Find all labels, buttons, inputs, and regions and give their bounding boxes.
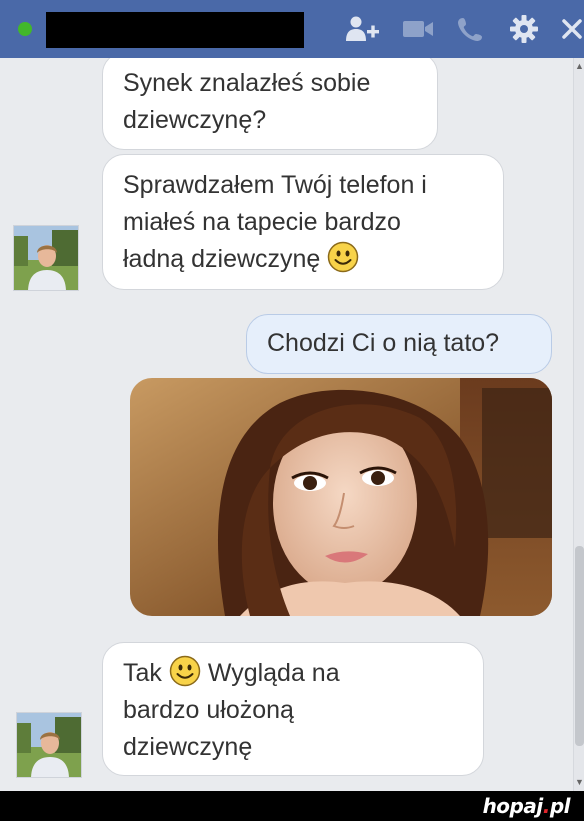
message-line: Sprawdzałem Twój telefon i	[123, 171, 427, 199]
message-line: bardzo ułożoną	[123, 696, 294, 724]
photo-portrait	[130, 378, 552, 616]
chat-messages[interactable]: Synek znalazłeś sobie dziewczynę? Sprawd…	[0, 58, 584, 791]
avatar-image	[17, 713, 81, 777]
message-text: Tak	[123, 659, 162, 687]
gear-icon[interactable]	[506, 14, 542, 44]
message-bubble-incoming: Sprawdzałem Twój telefon i miałeś na tap…	[102, 154, 504, 290]
shared-photo[interactable]	[130, 378, 552, 616]
watermark-bar: hopaj.pl	[0, 791, 584, 821]
message-line: Tak Wygląda na	[123, 655, 463, 692]
contact-name-redacted	[46, 12, 304, 48]
chat-scrollbar[interactable]: ▲ ▼	[573, 58, 584, 791]
add-friend-icon[interactable]	[343, 14, 383, 44]
smiley-emoji-icon	[169, 655, 201, 687]
watermark-dot: .	[542, 794, 551, 818]
message-text: ładną dziewczynę	[123, 245, 321, 273]
avatar-image	[14, 226, 78, 290]
message-bubble-incoming: Synek znalazłeś sobie dziewczynę?	[102, 58, 438, 150]
phone-icon[interactable]	[452, 14, 488, 44]
message-line: miałeś na tapecie bardzo	[123, 208, 401, 236]
scroll-up-icon[interactable]: ▲	[575, 60, 584, 72]
close-icon[interactable]	[560, 14, 584, 44]
contact-avatar[interactable]	[16, 712, 82, 778]
message-line: dziewczynę?	[123, 106, 267, 134]
watermark-tld: pl	[549, 794, 571, 818]
scrollbar-thumb[interactable]	[575, 546, 584, 746]
online-status-indicator	[18, 22, 32, 36]
video-call-icon[interactable]	[398, 14, 438, 44]
message-line: Chodzi Ci o nią tato?	[267, 329, 500, 357]
site-watermark: hopaj.pl	[482, 794, 571, 818]
scroll-down-icon[interactable]: ▼	[575, 776, 584, 788]
message-line: dziewczynę	[123, 733, 253, 761]
message-bubble-incoming: Tak Wygląda na bardzo ułożoną dziewczynę	[102, 642, 484, 776]
contact-avatar[interactable]	[13, 225, 79, 291]
message-bubble-outgoing: Chodzi Ci o nią tato?	[246, 314, 552, 374]
chat-header	[0, 0, 584, 58]
message-line: ładną dziewczynę	[123, 241, 483, 278]
watermark-brand: hopaj	[482, 794, 544, 818]
message-text: Wygląda na	[207, 659, 340, 687]
message-line: Synek znalazłeś sobie	[123, 69, 371, 97]
smiley-emoji-icon	[328, 241, 359, 273]
